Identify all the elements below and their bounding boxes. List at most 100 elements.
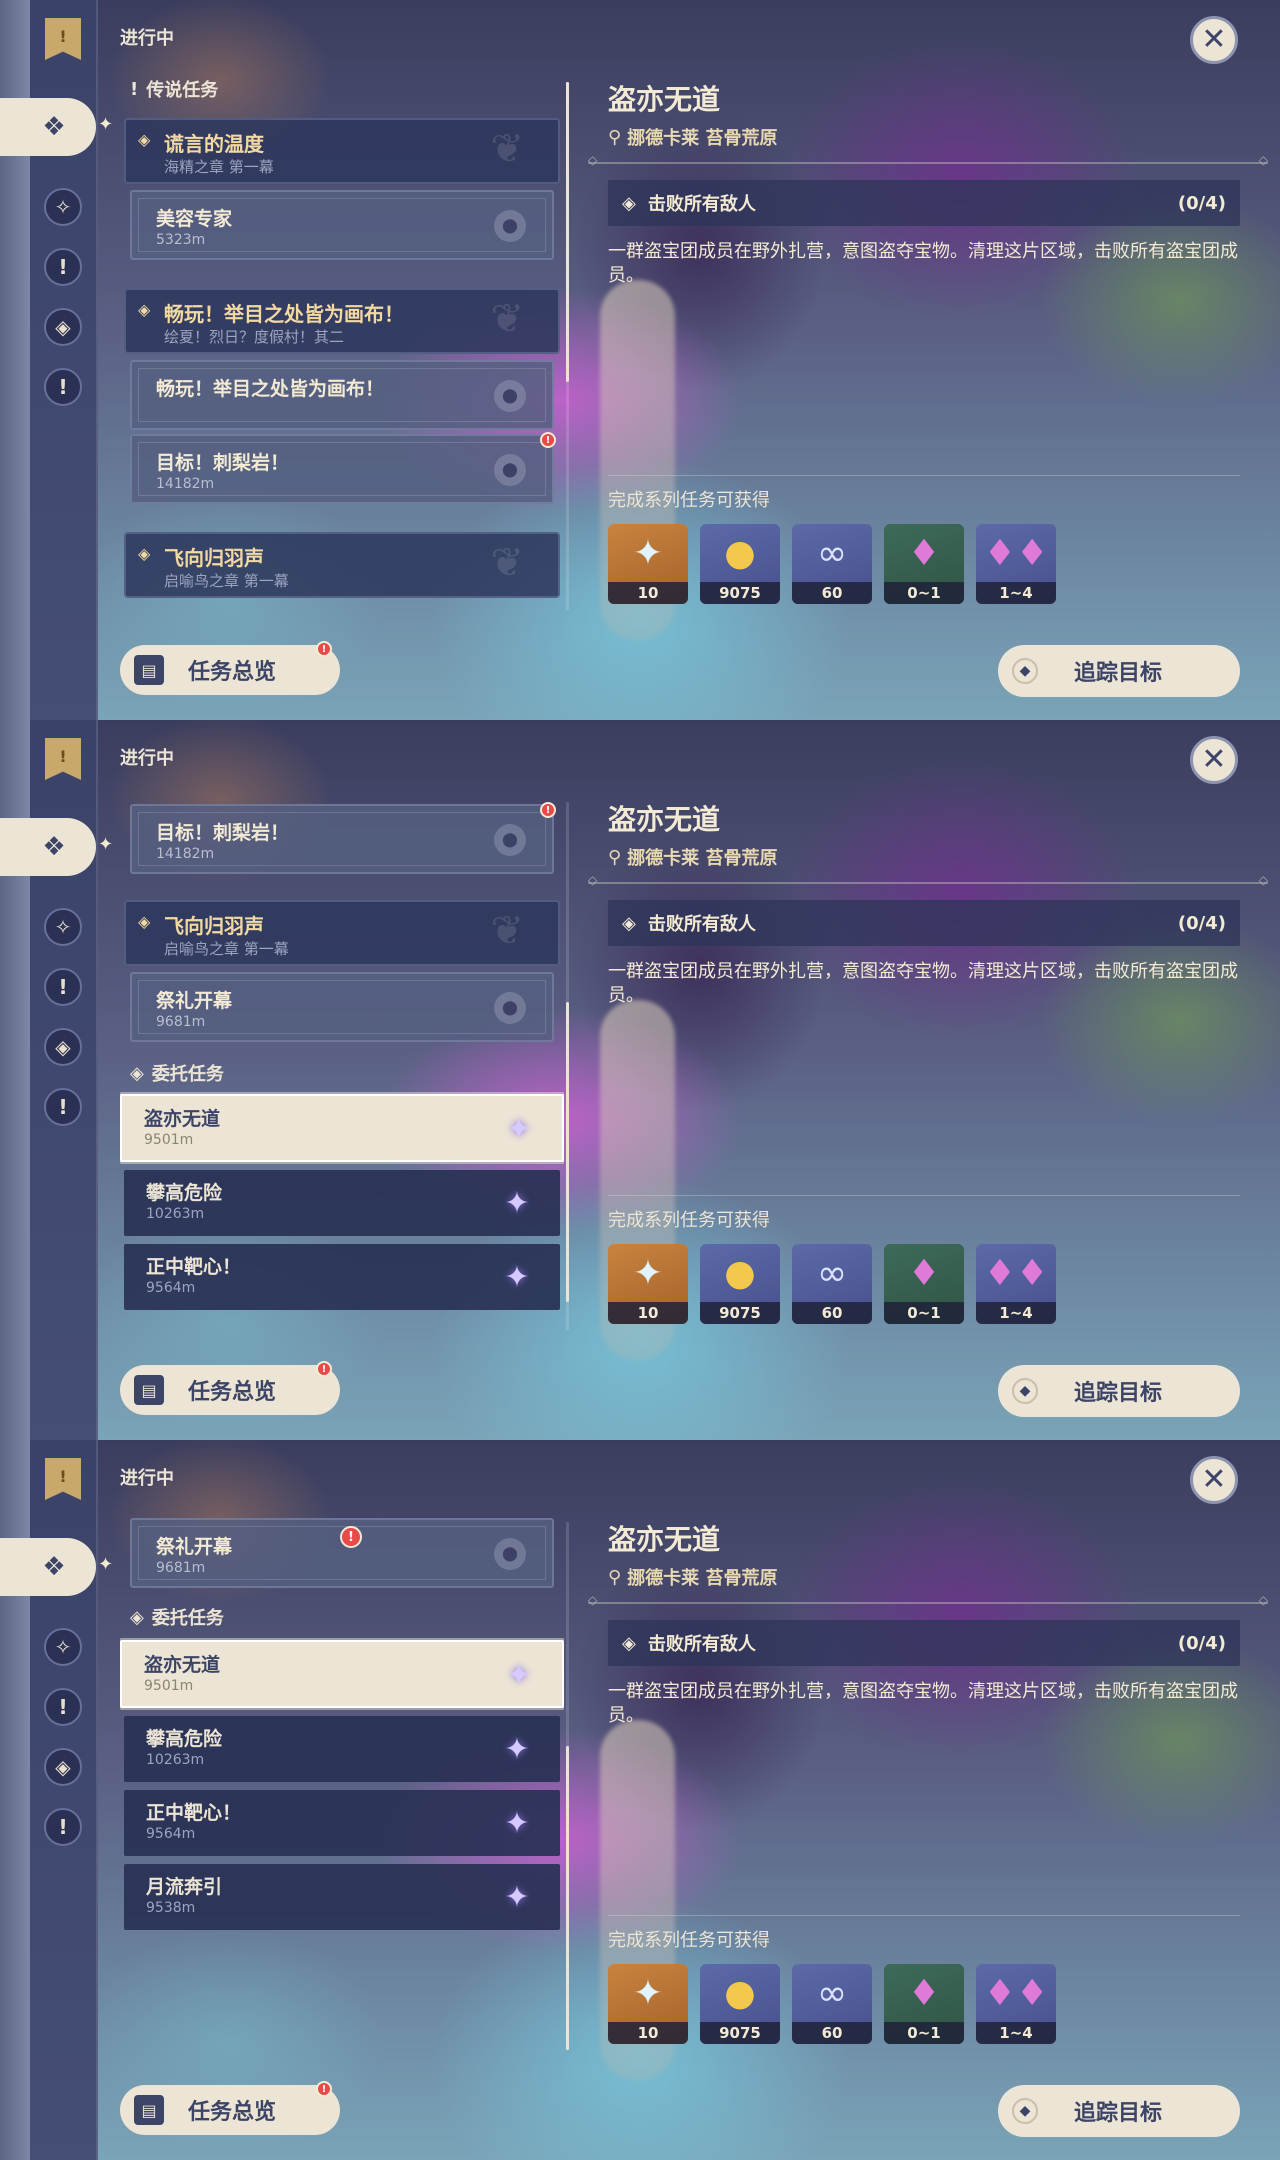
commission-item[interactable]: 攀高危险 10263m ✦ bbox=[124, 1170, 560, 1236]
map-pin-icon[interactable]: ⬤ bbox=[494, 210, 526, 242]
section-commissions: ◈ 委托任务 bbox=[130, 1060, 224, 1086]
quest-description: 一群盗宝团成员在野外扎营，意图盗夺宝物。清理这片区域，击败所有盗宝团成员。 bbox=[608, 1681, 1238, 1726]
reward-item[interactable]: ♦ 0~1 bbox=[884, 1964, 964, 2044]
map-pin-icon[interactable]: ⬤ bbox=[494, 454, 526, 486]
commission-item[interactable]: 月流奔引 9538m ✦ bbox=[124, 1864, 560, 1930]
step-title: 美容专家 bbox=[156, 208, 233, 230]
reward-item[interactable]: ♦ 0~1 bbox=[884, 1244, 964, 1324]
book-icon: ▤ bbox=[134, 2095, 164, 2125]
tab-all-quests[interactable]: ❖ bbox=[0, 98, 96, 156]
quest-location: ⚲ 挪德卡莱 苔骨荒原 bbox=[608, 1564, 777, 1590]
reward-item[interactable]: ● 9075 bbox=[700, 1244, 780, 1324]
reward-count: 10 bbox=[608, 1302, 688, 1324]
quest-overview-button[interactable]: ▤ 任务总览 ! bbox=[120, 1361, 340, 1415]
reward-item[interactable]: ✦ 10 bbox=[608, 524, 688, 604]
map-pin-icon[interactable]: ⬤ bbox=[494, 992, 526, 1024]
bookmark-banner-icon[interactable]: ! bbox=[45, 1458, 81, 1500]
crystal-icon: ♦ bbox=[907, 1972, 941, 2014]
reward-item[interactable]: ∞ 60 bbox=[792, 524, 872, 604]
world-quest-icon[interactable]: ! bbox=[44, 1808, 82, 1846]
map-pin-icon[interactable]: ⬤ bbox=[494, 380, 526, 412]
list-scrollbar[interactable] bbox=[566, 802, 569, 1330]
reward-item[interactable]: ∞ 60 bbox=[792, 1244, 872, 1324]
bookmark-banner-icon[interactable]: ! bbox=[45, 18, 81, 60]
screen-2: ! ✧ ! ◈ ! ❖ ✦ 进行中 目标！刺梨岩！ 14182m ⬤ ! ◈ 飞… bbox=[0, 720, 1280, 1440]
tab-all-quests[interactable]: ❖ bbox=[0, 1538, 96, 1596]
story-quest-icon[interactable]: ! bbox=[44, 1688, 82, 1726]
track-target-button[interactable]: ◆ 追踪目标 bbox=[998, 2085, 1240, 2137]
quest-step[interactable]: 祭礼开幕 9681m ⬤ ! bbox=[130, 1518, 554, 1588]
quest-header[interactable]: ◈ 飞向归羽声 启喻鸟之章 第一幕 ❦ bbox=[124, 532, 560, 598]
reward-item[interactable]: ✦ 10 bbox=[608, 1964, 688, 2044]
map-pin-icon[interactable]: ⬤ bbox=[494, 824, 526, 856]
reward-count: 10 bbox=[608, 582, 688, 604]
quest-step[interactable]: 目标！刺梨岩！ 14182m ⬤ ! bbox=[130, 802, 556, 874]
archon-quest-icon[interactable]: ✧ bbox=[44, 908, 82, 946]
divider bbox=[588, 873, 1268, 887]
quest-header[interactable]: ◈ 谎言的温度 海精之章 第一幕 ❦ bbox=[124, 118, 560, 184]
tab-all-quests[interactable]: ❖ bbox=[0, 818, 96, 876]
primogem-icon: ✦ bbox=[632, 532, 664, 574]
commission-distance: 9564m bbox=[146, 1280, 196, 1296]
quest-overview-button[interactable]: ▤ 任务总览 ! bbox=[120, 2081, 340, 2135]
quest-step[interactable]: 祭礼开幕 9681m ⬤ bbox=[130, 972, 554, 1042]
track-target-button[interactable]: ◆ 追踪目标 bbox=[998, 1365, 1240, 1417]
commission-item[interactable]: 正中靶心！ 9564m ✦ bbox=[124, 1790, 560, 1856]
reward-count: 1~4 bbox=[976, 582, 1056, 604]
commission-item-selected[interactable]: 盗亦无道 9501m ✦ bbox=[120, 1640, 564, 1708]
quest-location: ⚲ 挪德卡莱 苔骨荒原 bbox=[608, 844, 777, 870]
map-pin-icon[interactable]: ⬤ bbox=[494, 1538, 526, 1570]
reward-item[interactable]: ♦♦ 1~4 bbox=[976, 1964, 1056, 2044]
commission-item[interactable]: 正中靶心！ 9564m ✦ bbox=[124, 1244, 560, 1310]
story-quest-icon[interactable]: ! bbox=[44, 248, 82, 286]
quest-title: 飞向归羽声 bbox=[164, 546, 264, 570]
track-diamond-icon: ◆ bbox=[1012, 2098, 1038, 2124]
section-label: 委托任务 bbox=[151, 1608, 224, 1629]
story-quest-icon[interactable]: ! bbox=[44, 968, 82, 1006]
overview-label: 任务总览 bbox=[188, 1380, 277, 1405]
reward-item[interactable]: ♦♦ 1~4 bbox=[976, 524, 1056, 604]
world-quest-icon[interactable]: ! bbox=[44, 1088, 82, 1126]
divider bbox=[588, 1593, 1268, 1607]
scroll-thumb[interactable] bbox=[566, 1746, 569, 2050]
rewards-row: ✦ 10 ● 9075 ∞ 60 ♦ 0~1 ♦♦ 1~4 bbox=[608, 1964, 1056, 2044]
quest-header[interactable]: ◈ 飞向归羽声 启喻鸟之章 第一幕 ❦ bbox=[124, 900, 560, 966]
close-button[interactable]: ✕ bbox=[1190, 736, 1238, 784]
commission-title: 攀高危险 bbox=[146, 1728, 223, 1750]
status-label: 进行中 bbox=[120, 1468, 174, 1489]
reward-item[interactable]: ● 9075 bbox=[700, 1964, 780, 2044]
commission-distance: 10263m bbox=[146, 1206, 205, 1222]
commission-item-selected[interactable]: 盗亦无道 9501m ✦ bbox=[120, 1094, 564, 1162]
world-quest-icon[interactable]: ! bbox=[44, 368, 82, 406]
archon-quest-icon[interactable]: ✧ bbox=[44, 188, 82, 226]
quest-overview-button[interactable]: ▤ 任务总览 ! bbox=[120, 641, 340, 695]
quest-header[interactable]: ◈ 畅玩！举目之处皆为画布！ 绘夏！烈日？度假村！其二 ❦ bbox=[124, 288, 560, 354]
quest-step[interactable]: 美容专家 5323m ⬤ bbox=[130, 190, 554, 260]
close-button[interactable]: ✕ bbox=[1190, 1456, 1238, 1504]
quest-step[interactable]: 畅玩！举目之处皆为画布！ ⬤ bbox=[130, 360, 554, 430]
list-scrollbar[interactable] bbox=[566, 82, 569, 610]
reward-item[interactable]: ✦ 10 bbox=[608, 1244, 688, 1324]
location-pin-icon: ⚲ bbox=[608, 846, 622, 868]
commission-icon[interactable]: ◈ bbox=[44, 1748, 82, 1786]
location-pin-icon: ⚲ bbox=[608, 1566, 622, 1588]
quest-step[interactable]: 目标！刺梨岩！ 14182m ⬤ ! bbox=[130, 432, 556, 504]
commission-icon[interactable]: ◈ bbox=[44, 308, 82, 346]
list-scrollbar[interactable] bbox=[566, 1522, 569, 2050]
reward-item[interactable]: ♦♦ 1~4 bbox=[976, 1244, 1056, 1324]
reward-item[interactable]: ∞ 60 bbox=[792, 1964, 872, 2044]
reward-item[interactable]: ● 9075 bbox=[700, 524, 780, 604]
bookmark-banner-icon[interactable]: ! bbox=[45, 738, 81, 780]
step-distance: 9681m bbox=[156, 1014, 206, 1030]
commission-icon[interactable]: ◈ bbox=[44, 1028, 82, 1066]
close-button[interactable]: ✕ bbox=[1190, 16, 1238, 64]
commission-item[interactable]: 攀高危险 10263m ✦ bbox=[124, 1716, 560, 1782]
archon-quest-icon[interactable]: ✧ bbox=[44, 1628, 82, 1666]
scroll-thumb[interactable] bbox=[566, 1002, 569, 1302]
track-target-button[interactable]: ◆ 追踪目标 bbox=[998, 645, 1240, 697]
reward-item[interactable]: ♦ 0~1 bbox=[884, 524, 964, 604]
scroll-thumb[interactable] bbox=[566, 82, 569, 382]
location-text: 挪德卡莱 苔骨荒原 bbox=[627, 848, 778, 869]
rewards-label: 完成系列任务可获得 bbox=[608, 1210, 770, 1231]
exp-icon: ∞ bbox=[817, 1252, 847, 1294]
